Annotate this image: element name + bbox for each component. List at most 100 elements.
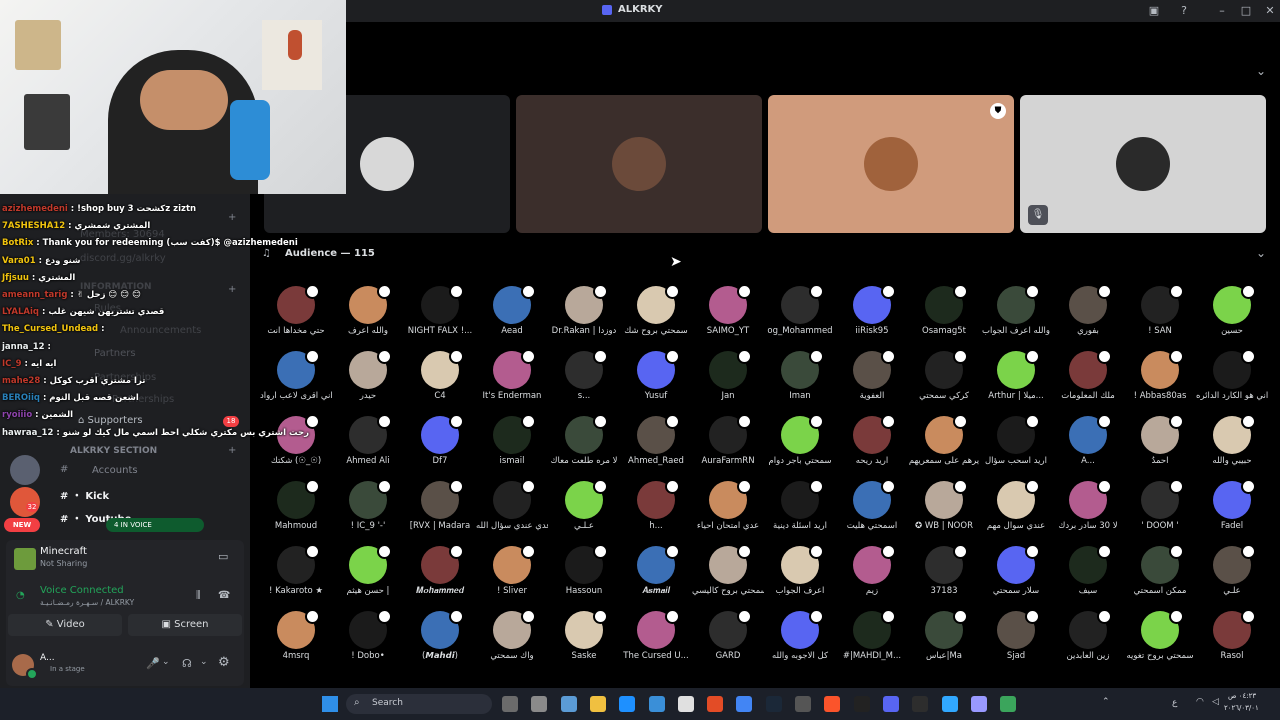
collapse-audience-chevron-icon[interactable]: ⌄ xyxy=(1256,246,1266,260)
audience-member[interactable]: #|MAHDI_M... xyxy=(836,609,908,673)
audience-member[interactable]: اريد ريحه xyxy=(836,414,908,478)
audience-member[interactable]: ! SAN xyxy=(1124,286,1196,348)
audience-member[interactable]: حبيبي والله xyxy=(1196,414,1268,478)
audience-member[interactable]: Arthur | ميلا... xyxy=(980,349,1052,413)
audience-member[interactable]: Dr.Rakan | دوزدا xyxy=(548,286,620,348)
taskbar-app-icon[interactable] xyxy=(912,696,929,712)
screen-share-icon[interactable]: ▭ xyxy=(218,550,228,563)
taskbar-app-icon[interactable] xyxy=(677,696,694,712)
audience-member[interactable]: Sjad xyxy=(980,609,1052,673)
audience-member[interactable]: og_Mohammed xyxy=(764,286,836,348)
taskbar-app-icon[interactable] xyxy=(736,696,753,712)
taskbar-app-icon[interactable] xyxy=(824,696,841,712)
audience-member[interactable]: h... xyxy=(620,479,692,543)
wifi-icon[interactable]: ◠ xyxy=(1196,697,1204,707)
audience-member[interactable]: 𝑴𝒐𝒉𝒂𝒎𝒎𝒆𝒅 xyxy=(404,544,476,608)
audience-member[interactable]: كركي سمحتي xyxy=(908,349,980,413)
taskbar-app-icon[interactable] xyxy=(707,696,724,712)
volume-icon[interactable]: ◁ xyxy=(1212,697,1219,707)
audience-member[interactable]: حسين xyxy=(1196,286,1268,348)
audience-member[interactable]: s... xyxy=(548,349,620,413)
audience-member[interactable]: Aead xyxy=(476,286,548,348)
audience-member[interactable]: اني هو الكارد الدائره xyxy=(1196,349,1268,413)
audience-member[interactable]: لا مره طلعت معاك xyxy=(548,414,620,478)
audience-member[interactable]: ملك المعلومات xyxy=(1052,349,1124,413)
audience-member[interactable]: عدي امتحان احياء xyxy=(692,479,764,543)
audience-member[interactable]: حسن هيثم | xyxy=(332,544,404,608)
add-channel-icon[interactable]: + xyxy=(228,445,236,456)
audience-member[interactable]: ! IC_9 '-' xyxy=(332,479,404,543)
taskbar-app-icon[interactable] xyxy=(560,696,577,712)
search-box[interactable]: ⌕ Search xyxy=(346,694,492,714)
audience-member[interactable]: NIGHT FALX !... xyxy=(404,286,476,348)
audience-member[interactable]: سمحتي باجر دوام xyxy=(764,414,836,478)
audience-member[interactable]: سمحتي بروح تغويه xyxy=(1124,609,1196,673)
taskbar-app-icon[interactable] xyxy=(648,696,665,712)
audience-member[interactable]: احمدُ xyxy=(1124,414,1196,478)
disconnect-icon[interactable]: ☎ xyxy=(218,590,230,601)
audience-member[interactable]: 𝑨𝒔𝒎𝒂𝒊𝒍 xyxy=(620,544,692,608)
audience-member[interactable]: عـلـي xyxy=(548,479,620,543)
audience-member[interactable]: AuraFarmRN xyxy=(692,414,764,478)
video-button[interactable]: ✎ Video xyxy=(8,614,122,636)
audience-member[interactable]: واك سمحتي xyxy=(476,609,548,673)
audience-member[interactable]: ! Kakaroto ★ xyxy=(260,544,332,608)
channel-accounts[interactable]: Accounts xyxy=(92,465,138,476)
audience-member[interactable]: Yusuf xyxy=(620,349,692,413)
audience-member[interactable]: ممكن اسمحتي xyxy=(1124,544,1196,608)
audience-member[interactable]: Df7 xyxy=(404,414,476,478)
audience-member[interactable]: Osamag5t xyxy=(908,286,980,348)
audience-member[interactable]: [RVX | Madara xyxy=(404,479,476,543)
audience-member[interactable]: The Cursed U... xyxy=(620,609,692,673)
audience-member[interactable]: Ahmed Ali xyxy=(332,414,404,478)
taskbar-app-icon[interactable] xyxy=(941,696,958,712)
inbox-icon[interactable]: ▣ xyxy=(1146,3,1162,19)
speaker-tile[interactable]: 🎙 xyxy=(1020,95,1266,233)
headphones-icon[interactable]: ☊ xyxy=(182,657,192,670)
audience-member[interactable]: GARD xyxy=(692,609,764,673)
audience-member[interactable]: Ahmed_Raed xyxy=(620,414,692,478)
server-icon[interactable] xyxy=(10,455,40,485)
audience-member[interactable]: يرهم على سمعريهم xyxy=(908,414,980,478)
speaker-tile[interactable]: ⛊ xyxy=(768,95,1014,233)
audience-member[interactable]: زين العابدين xyxy=(1052,609,1124,673)
audience-member[interactable]: ! Sliver xyxy=(476,544,548,608)
taskbar-app-icon[interactable] xyxy=(795,696,811,712)
microphone-icon[interactable]: 🎤 xyxy=(146,657,160,670)
audience-member[interactable]: حيدر xyxy=(332,349,404,413)
tray-chevron-icon[interactable]: ⌃ xyxy=(1102,697,1110,707)
noise-suppression-icon[interactable]: ⫼ xyxy=(196,590,201,601)
audience-member[interactable]: سمحتي بروح شك xyxy=(620,286,692,348)
taskbar-app-icon[interactable] xyxy=(882,696,899,712)
audience-member[interactable]: A... xyxy=(1052,414,1124,478)
taskbar-app-icon[interactable] xyxy=(589,696,606,712)
audience-member[interactable]: ! Dobo• xyxy=(332,609,404,673)
collapse-chevron-icon[interactable]: ⌄ xyxy=(1256,64,1266,78)
audience-member[interactable]: iiRisk95 xyxy=(836,286,908,348)
close-icon[interactable]: ✕ xyxy=(1262,3,1278,19)
taskbar-app-icon[interactable] xyxy=(531,696,548,712)
windows-start-icon[interactable] xyxy=(322,696,338,712)
taskbar-app-icon[interactable] xyxy=(853,696,870,712)
audience-member[interactable]: العفوية xyxy=(836,349,908,413)
input-language[interactable]: ع xyxy=(1172,698,1177,708)
audience-member[interactable]: عدي عندي سؤال الله xyxy=(476,479,548,543)
screen-button[interactable]: ▣ Screen xyxy=(128,614,242,636)
audience-member[interactable]: عندي سوال مهم xyxy=(980,479,1052,543)
chevron-down-icon[interactable]: ⌄ xyxy=(200,657,208,667)
audience-member[interactable]: اريد اسئلة دينية xyxy=(764,479,836,543)
audience-member[interactable]: بفوري xyxy=(1052,286,1124,348)
audience-member[interactable]: والله اعرف الجواب xyxy=(980,286,1052,348)
audience-member[interactable]: Saske xyxy=(548,609,620,673)
audience-member[interactable]: Fadel xyxy=(1196,479,1268,543)
taskbar-app-icon[interactable] xyxy=(970,696,987,712)
audience-member[interactable]: اريد اسحب سؤال xyxy=(980,414,1052,478)
taskbar-app-icon[interactable] xyxy=(502,696,518,712)
audience-member[interactable]: علـي xyxy=(1196,544,1268,608)
in-voice-pill[interactable]: 4 IN VOICE xyxy=(106,518,204,532)
audience-member[interactable]: SAIMO_YT xyxy=(692,286,764,348)
taskbar-app-icon[interactable] xyxy=(765,696,782,712)
audience-member[interactable]: ismail xyxy=(476,414,548,478)
taskbar-app-icon[interactable] xyxy=(619,696,636,712)
audience-member[interactable]: 37183 xyxy=(908,544,980,608)
